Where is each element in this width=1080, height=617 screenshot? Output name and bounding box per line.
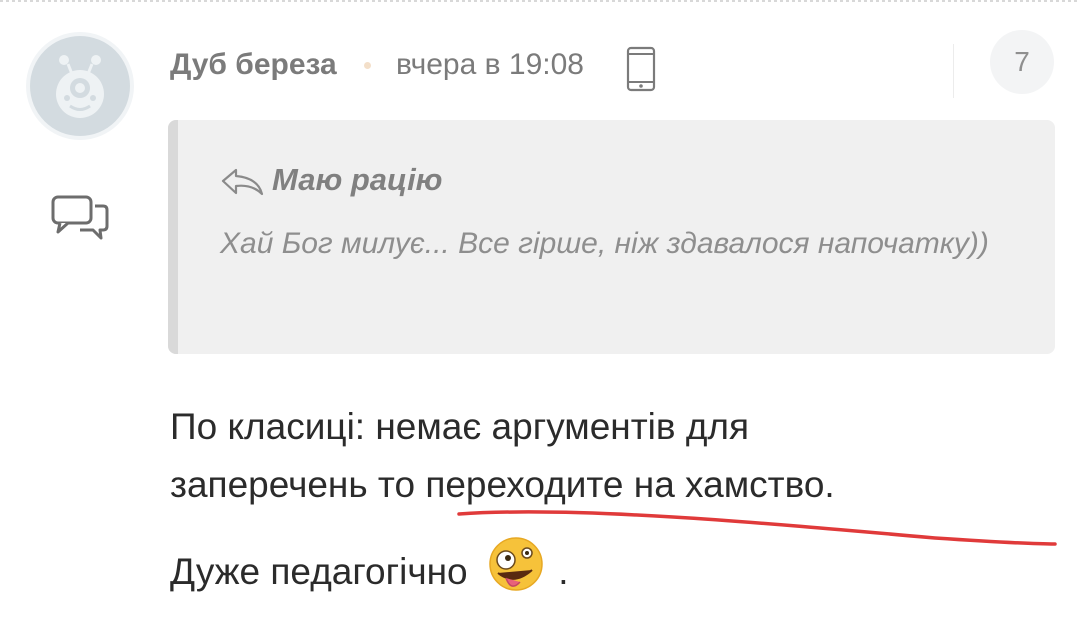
top-divider — [0, 0, 1080, 4]
comment-line-3-text: Дуже педагогічно — [170, 551, 468, 592]
chat-bubbles-icon[interactable] — [50, 192, 112, 242]
timestamp: вчера в 19:08 — [396, 48, 584, 81]
separator-dot — [364, 62, 371, 69]
header-divider — [953, 44, 954, 98]
reply-arrow-icon — [221, 168, 264, 196]
phone-icon — [626, 46, 656, 92]
zany-face-emoji — [489, 537, 543, 591]
quote-text: Хай Бог милує... Все гірше, ніж здавалос… — [220, 227, 989, 260]
quoted-comment[interactable]: Маю рацію Хай Бог милує... Все гірше, ні… — [168, 120, 1055, 354]
avatar-creature-icon — [56, 55, 104, 118]
comment-line-1: По класиці: немає аргументів для — [170, 406, 750, 447]
reply-count-badge[interactable]: 7 — [990, 30, 1054, 94]
quote-author: Маю рацію — [272, 162, 443, 197]
avatar[interactable] — [30, 36, 130, 136]
comment-body: По класиці: немає аргументів для запереч… — [170, 398, 1050, 514]
author-name[interactable]: Дуб береза — [170, 48, 337, 82]
comment-line-3: Дуже педагогічно . — [170, 534, 568, 594]
quote-bar — [168, 120, 178, 354]
comment-line-3-end: . — [558, 551, 569, 592]
